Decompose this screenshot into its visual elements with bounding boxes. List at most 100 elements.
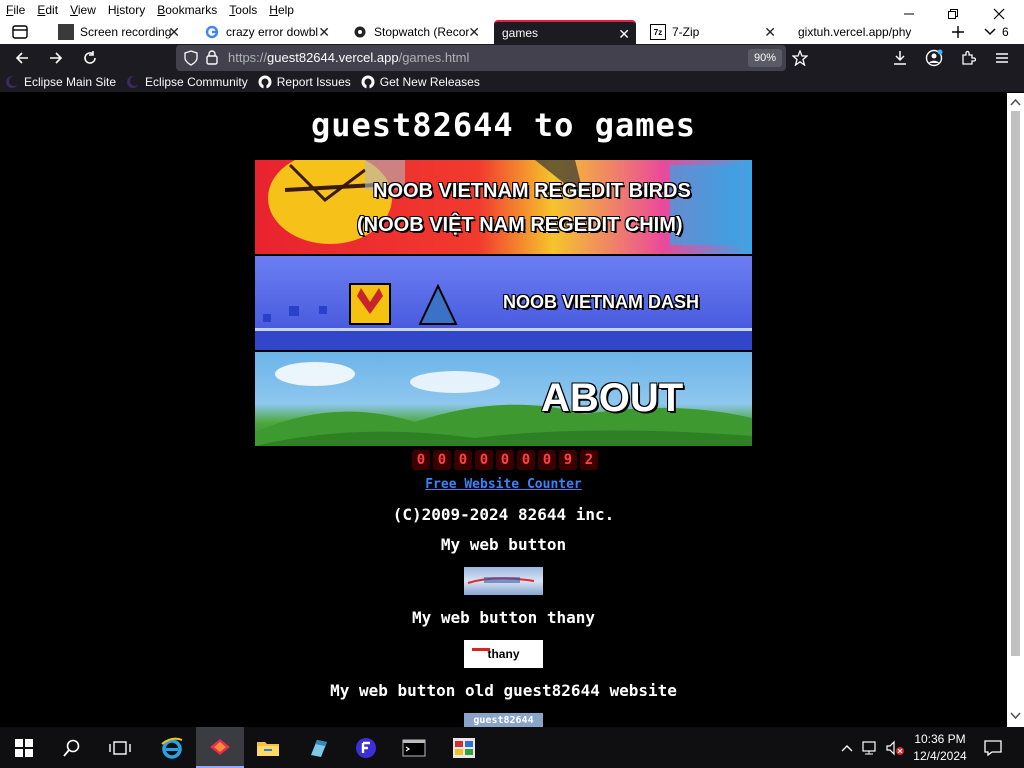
menu-history[interactable]: History bbox=[102, 0, 151, 20]
tab-close-icon[interactable]: ✕ bbox=[618, 26, 630, 43]
banner-about[interactable]: ABOUT bbox=[255, 352, 752, 446]
new-tab-button[interactable] bbox=[946, 20, 970, 44]
taskbar-browser-app[interactable] bbox=[196, 727, 244, 768]
command-prompt-button[interactable] bbox=[390, 727, 438, 768]
scroll-thumb[interactable] bbox=[1011, 111, 1020, 656]
visitor-counter: 0 0 0 0 0 0 0 9 2 bbox=[412, 450, 598, 470]
old-web-button-label: guest82644 bbox=[473, 714, 534, 726]
internet-explorer-button[interactable] bbox=[148, 727, 196, 768]
reload-button[interactable] bbox=[78, 46, 102, 70]
url-text: https://guest82644.vercel.app/games.html bbox=[228, 50, 469, 65]
app-button-f[interactable] bbox=[342, 727, 390, 768]
page-content: guest82644 to games NOOB VIETNAM REGEDIT… bbox=[0, 93, 1007, 727]
minimize-icon bbox=[904, 13, 914, 15]
banner-about-title: ABOUT bbox=[541, 376, 684, 420]
bookmark-label: Eclipse Main Site bbox=[24, 75, 117, 89]
bookmark-get-new-releases[interactable]: Get New Releases bbox=[356, 75, 485, 89]
folder-icon bbox=[257, 741, 279, 756]
tab-crazy-error[interactable]: crazy error dowbl ✕ bbox=[204, 20, 336, 44]
taskbar: 10:36 PM 12/4/2024 bbox=[0, 727, 1024, 768]
tab-close-icon[interactable]: ✕ bbox=[318, 24, 330, 41]
task-view-icon bbox=[109, 740, 131, 755]
forward-arrow-icon bbox=[50, 52, 63, 64]
bookmark-eclipse-main-site[interactable]: Eclipse Main Site bbox=[0, 75, 121, 89]
account-button[interactable] bbox=[922, 46, 946, 70]
menu-help[interactable]: Help bbox=[263, 0, 300, 20]
url-host: guest82644.vercel.app bbox=[267, 50, 399, 65]
puzzle-icon bbox=[962, 50, 976, 65]
tab-gixtuh[interactable]: gixtuh.vercel.app/phy bbox=[798, 20, 916, 44]
tab-title: Stopwatch (Recor bbox=[374, 25, 470, 39]
counter-digit: 0 bbox=[538, 450, 556, 470]
url-bar[interactable]: https://guest82644.vercel.app/games.html… bbox=[176, 45, 808, 71]
eclipse-icon bbox=[5, 75, 19, 89]
scroll-up-icon[interactable] bbox=[1007, 95, 1024, 109]
web-button-old-heading: My web button old guest82644 website bbox=[330, 681, 677, 700]
menu-bookmarks[interactable]: Bookmarks bbox=[151, 0, 223, 20]
app-menu-button[interactable] bbox=[990, 46, 1014, 70]
url-scheme: https:// bbox=[228, 50, 268, 65]
taskbar-clock[interactable]: 10:36 PM 12/4/2024 bbox=[900, 731, 980, 765]
firefox-view-button[interactable] bbox=[8, 20, 32, 44]
banner-noob-vietnam-dash[interactable]: NOOB VIETNAM DASH bbox=[255, 256, 752, 350]
task-view-button[interactable] bbox=[96, 727, 144, 768]
tab-games[interactable]: games ✕ bbox=[494, 20, 636, 44]
counter-digit: 0 bbox=[517, 450, 535, 470]
notification-icon bbox=[984, 739, 1002, 756]
forward-button[interactable] bbox=[44, 46, 68, 70]
scroll-down-icon[interactable] bbox=[1007, 709, 1024, 723]
action-center-button[interactable] bbox=[976, 727, 1010, 768]
url-path: /games.html bbox=[398, 50, 470, 65]
tab-title: gixtuh.vercel.app/phy bbox=[798, 25, 912, 39]
my-web-button[interactable] bbox=[464, 567, 543, 595]
menu-file[interactable]: File bbox=[0, 0, 31, 20]
downloads-button[interactable] bbox=[888, 46, 912, 70]
clock-date: 12/4/2024 bbox=[913, 749, 967, 763]
page-scrollbar[interactable] bbox=[1007, 93, 1024, 727]
internet-explorer-icon bbox=[161, 737, 183, 759]
banner-regedit-birds[interactable]: NOOB VIETNAM REGEDIT BIRDS (NOOB VIỆT NA… bbox=[255, 160, 752, 254]
list-all-tabs-button[interactable]: 6 bbox=[984, 20, 1024, 44]
search-icon bbox=[63, 739, 80, 757]
free-website-counter-link[interactable]: Free Website Counter bbox=[0, 477, 1007, 492]
chevron-down-icon bbox=[984, 28, 996, 36]
back-arrow-icon bbox=[15, 52, 28, 64]
bookmark-report-issues[interactable]: Report Issues bbox=[253, 75, 356, 89]
menu-view[interactable]: View bbox=[64, 0, 102, 20]
restore-icon bbox=[948, 9, 958, 19]
tab-title: Screen recording bbox=[80, 25, 172, 39]
menu-tools[interactable]: Tools bbox=[223, 0, 263, 20]
counter-digit: 2 bbox=[580, 450, 598, 470]
tab-7zip[interactable]: 7z 7-Zip ✕ bbox=[650, 20, 782, 44]
browser-app-icon bbox=[210, 738, 230, 755]
thany-stripe bbox=[472, 648, 490, 651]
tab-close-icon[interactable]: ✕ bbox=[468, 24, 480, 41]
github-icon bbox=[258, 75, 272, 89]
network-status-button[interactable] bbox=[860, 727, 882, 768]
search-button[interactable] bbox=[48, 727, 96, 768]
windows-logo-icon bbox=[15, 738, 33, 757]
notepad-button[interactable] bbox=[294, 727, 342, 768]
tab-close-icon[interactable]: ✕ bbox=[168, 24, 180, 41]
bookmark-label: Get New Releases bbox=[379, 75, 480, 89]
star-icon[interactable] bbox=[792, 50, 808, 66]
back-button[interactable] bbox=[10, 46, 34, 70]
menu-edit[interactable]: Edit bbox=[31, 0, 64, 20]
bookmark-eclipse-community[interactable]: Eclipse Community bbox=[121, 75, 253, 89]
tab-screen-recording[interactable]: Screen recording ✕ bbox=[56, 20, 186, 44]
web-button-heading: My web button bbox=[440, 535, 567, 554]
extensions-button[interactable] bbox=[956, 46, 980, 70]
my-web-button-thany[interactable]: thany bbox=[464, 640, 543, 668]
show-hidden-icons-button[interactable] bbox=[836, 727, 858, 768]
old-web-button[interactable]: guest82644 bbox=[464, 713, 543, 727]
tab-close-icon[interactable]: ✕ bbox=[764, 24, 776, 41]
control-panel-button[interactable] bbox=[440, 727, 488, 768]
zoom-badge[interactable]: 90% bbox=[748, 49, 782, 67]
page-title: guest82644 to games bbox=[310, 106, 697, 144]
file-explorer-button[interactable] bbox=[244, 727, 292, 768]
plus-icon bbox=[952, 26, 964, 38]
tab-stopwatch[interactable]: Stopwatch (Recor ✕ bbox=[352, 20, 486, 44]
start-button[interactable] bbox=[0, 727, 48, 768]
control-panel-icon bbox=[453, 737, 475, 758]
tab-title: 7-Zip bbox=[672, 25, 700, 39]
